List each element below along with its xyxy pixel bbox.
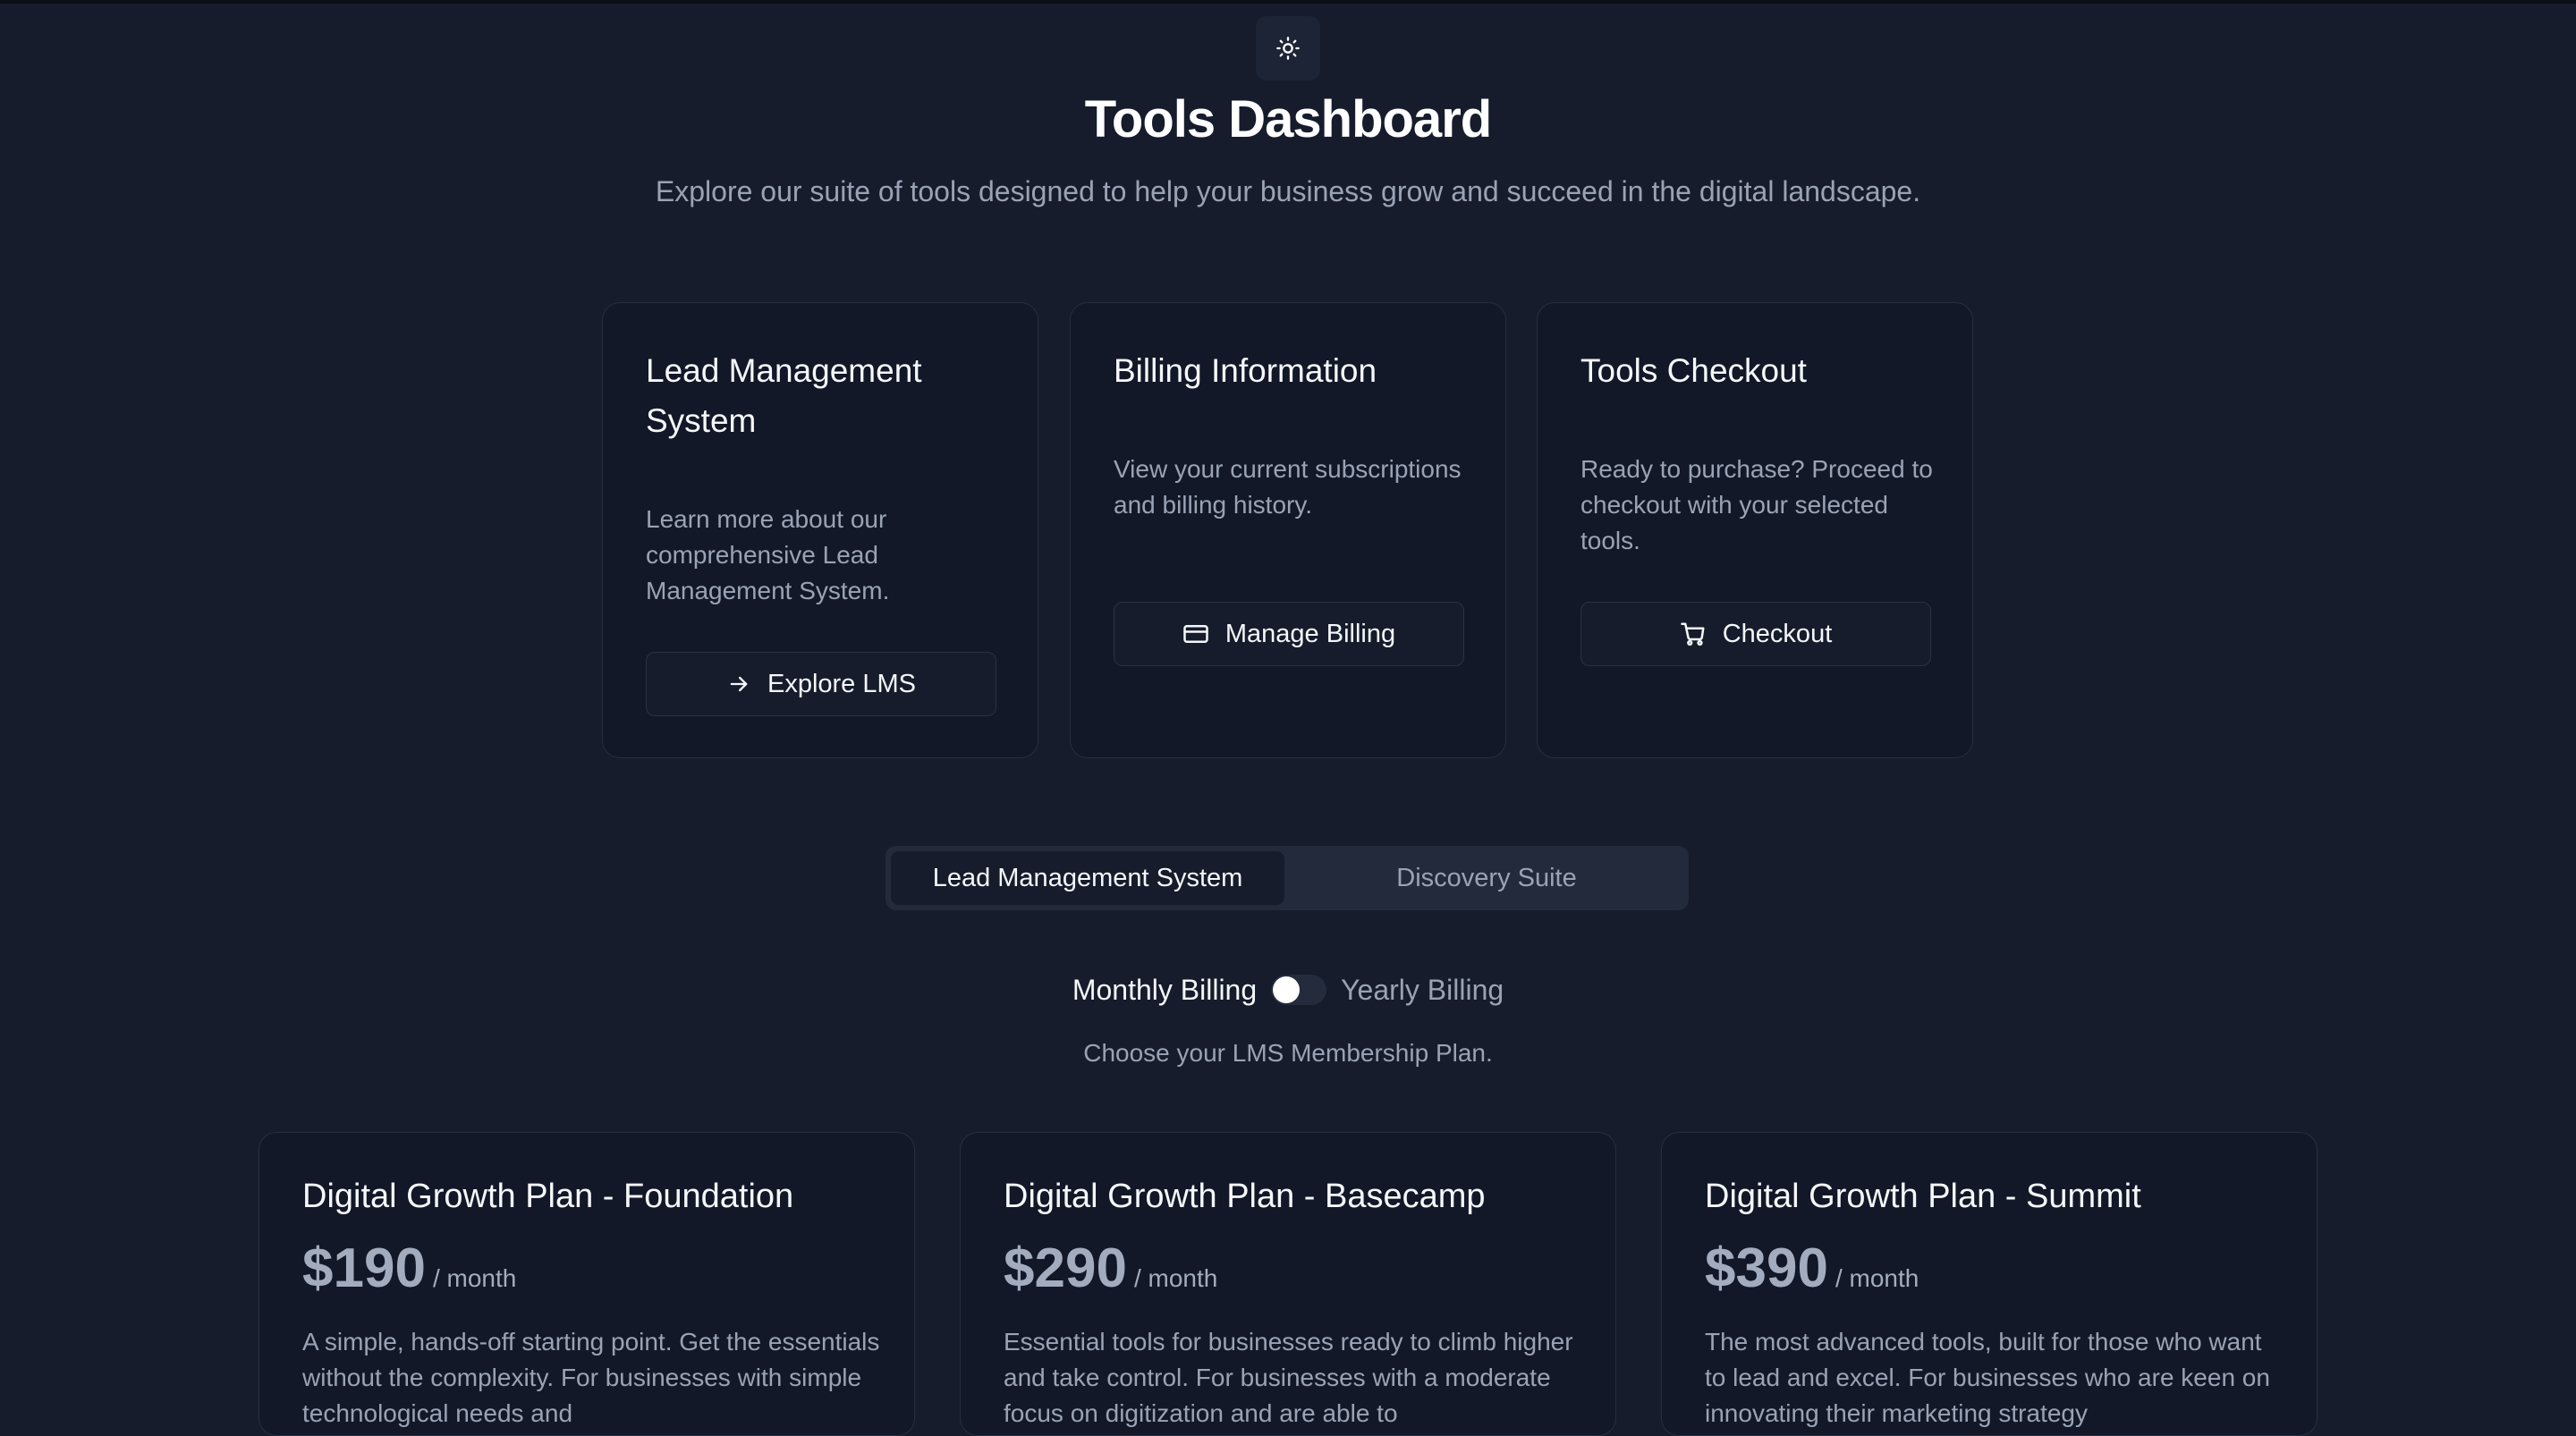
plan-card-foundation: Digital Growth Plan - Foundation $190 / …: [258, 1132, 915, 1436]
sun-icon: [1276, 37, 1300, 60]
plan-price-period: / month: [432, 1264, 517, 1292]
manage-billing-label: Manage Billing: [1224, 619, 1396, 648]
arrow-right-icon: [730, 676, 748, 692]
checkout-button[interactable]: Checkout: [1580, 602, 1931, 666]
billing-switch[interactable]: [1271, 975, 1327, 1005]
yearly-billing-label[interactable]: Yearly Billing: [1341, 974, 1504, 1007]
tab-lead-management-system[interactable]: Lead Management System: [891, 851, 1284, 905]
plan-name: Digital Growth Plan - Basecamp: [1004, 1178, 1486, 1215]
plan-price-period: / month: [1835, 1264, 1919, 1292]
billing-switch-knob: [1273, 976, 1301, 1003]
explore-lms-label: Explore LMS: [767, 669, 916, 698]
plan-prompt: Choose your LMS Membership Plan.: [1083, 1039, 1493, 1067]
manage-billing-button[interactable]: Manage Billing: [1114, 602, 1464, 666]
theme-toggle-button[interactable]: [1256, 16, 1320, 80]
plan-price-amount: $290: [1004, 1237, 1127, 1299]
plan-card-summit: Digital Growth Plan - Summit $390 / mont…: [1661, 1132, 2318, 1436]
plan-price-amount: $390: [1705, 1237, 1828, 1299]
shopping-cart-icon: [1680, 622, 1705, 646]
tool-card-lms: Lead Management System Learn more about …: [602, 302, 1038, 758]
explore-lms-button[interactable]: Explore LMS: [646, 652, 996, 716]
credit-card-icon: [1183, 625, 1208, 643]
tool-card-billing: Billing Information View your current su…: [1070, 302, 1506, 758]
plan-price: $290 / month: [1004, 1237, 1217, 1300]
page-title: Tools Dashboard: [1084, 90, 1492, 148]
plan-name: Digital Growth Plan - Foundation: [302, 1178, 794, 1215]
plan-description: The most advanced tools, built for those…: [1705, 1328, 2270, 1427]
plan-description: A simple, hands-off starting point. Get …: [302, 1328, 880, 1427]
plan-price-amount: $190: [302, 1237, 426, 1299]
tab-discovery-suite[interactable]: Discovery Suite: [1290, 851, 1683, 905]
product-tabs: Lead Management System Discovery Suite: [886, 846, 1689, 910]
plan-card-basecamp: Digital Growth Plan - Basecamp $290 / mo…: [960, 1132, 1616, 1436]
plan-price: $390 / month: [1705, 1237, 1919, 1300]
plan-description: Essential tools for businesses ready to …: [1004, 1328, 1573, 1427]
tool-card-description: Ready to purchase? Proceed to checkout w…: [1580, 455, 1933, 554]
tool-card-description: Learn more about our comprehensive Lead …: [646, 505, 890, 604]
plan-price: $190 / month: [302, 1237, 516, 1300]
top-border: [0, 0, 2576, 4]
tool-card-title: Billing Information: [1114, 352, 1377, 389]
page-subtitle: Explore our suite of tools designed to h…: [655, 175, 1921, 207]
billing-period-toggle: Monthly Billing Yearly Billing: [0, 967, 2576, 1012]
tool-card-description: View your current subscriptions and bill…: [1114, 455, 1462, 519]
plan-price-period: / month: [1133, 1264, 1218, 1292]
tool-card-title: Lead Management System: [646, 352, 922, 439]
monthly-billing-label[interactable]: Monthly Billing: [1072, 974, 1257, 1007]
plan-name: Digital Growth Plan - Summit: [1705, 1178, 2141, 1215]
checkout-label: Checkout: [1722, 619, 1833, 648]
tool-card-title: Tools Checkout: [1580, 352, 1807, 389]
tool-card-checkout: Tools Checkout Ready to purchase? Procee…: [1537, 302, 1973, 758]
